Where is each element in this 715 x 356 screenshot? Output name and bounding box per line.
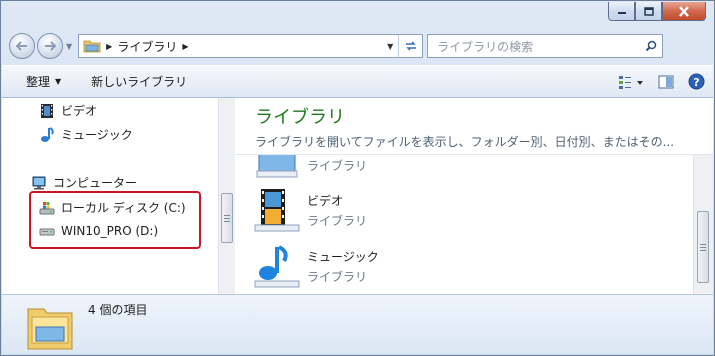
organize-label: 整理: [26, 75, 51, 89]
svg-text:?: ?: [693, 76, 699, 89]
nav-item-computer[interactable]: コンピューター: [31, 174, 137, 191]
maximize-button[interactable]: [635, 2, 662, 21]
scrollbar-grip-icon: [700, 243, 706, 251]
navigation-scrollbar[interactable]: [218, 98, 235, 294]
explorer-window: ▼ ▶ ライブラリ ▶ ▼ ライブラリの検索 整理 ▼ 新しいライブラリ ? ビ…: [0, 0, 715, 356]
help-icon[interactable]: ?: [688, 73, 705, 90]
computer-icon: [31, 175, 47, 191]
preview-pane-icon[interactable]: [658, 75, 674, 89]
breadcrumb-separator-icon[interactable]: ▶: [106, 42, 112, 51]
content-pane: ライブラリ ライブラリを開いてファイルを表示し、フォルダー別、日付別、またはその…: [235, 98, 713, 294]
library-item-text: ビデオ ライブラリ: [307, 192, 367, 229]
minimize-icon: [617, 12, 626, 14]
library-item-name: ミュージック: [307, 249, 379, 264]
close-button[interactable]: [662, 2, 706, 21]
library-item-type: ライブラリ: [307, 213, 368, 228]
details-pane: 4 個の項目: [2, 294, 713, 354]
library-folder-icon: [83, 40, 101, 53]
music-icon: [39, 126, 55, 143]
back-arrow-icon: [16, 41, 27, 51]
library-item-video[interactable]: ビデオ ライブラリ: [253, 187, 367, 233]
library-icon: [256, 155, 298, 178]
chevron-down-icon: ▼: [55, 77, 62, 86]
nav-item-label: ミュージック: [61, 128, 133, 142]
library-item-name: ビデオ: [307, 193, 344, 208]
caption-buttons: [608, 2, 706, 21]
library-item-music[interactable]: ミュージック ライブラリ: [253, 243, 379, 289]
breadcrumb-libraries[interactable]: ライブラリ: [117, 38, 177, 55]
library-folder-large-icon: [27, 308, 73, 350]
page-title: ライブラリ: [255, 107, 345, 128]
address-dropdown-icon[interactable]: ▼: [382, 42, 398, 51]
close-icon: [679, 5, 689, 17]
refresh-icon: [405, 41, 416, 51]
address-bar[interactable]: ▶ ライブラリ ▶ ▼: [78, 34, 424, 58]
nav-item-video[interactable]: ビデオ: [39, 102, 97, 119]
search-box[interactable]: ライブラリの検索: [427, 34, 664, 58]
library-header: ライブラリ ライブラリを開いてファイルを表示し、フォルダー別、日付別、またはその…: [255, 103, 674, 150]
library-list: ライブラリ ビデオ ライブラリ ミュージック ライブラリ: [235, 155, 691, 294]
back-button[interactable]: [9, 33, 35, 59]
command-bar: 整理 ▼ 新しいライブラリ ?: [2, 65, 713, 98]
library-item-text: ライブラリ: [307, 155, 367, 174]
scrollbar-thumb[interactable]: [697, 211, 709, 283]
organize-button[interactable]: 整理 ▼: [26, 73, 61, 90]
minimize-button[interactable]: [608, 2, 635, 21]
breadcrumb-chevron-icon[interactable]: ▶: [182, 42, 188, 51]
video-icon: [39, 103, 55, 119]
scrollbar-grip-icon: [224, 214, 230, 222]
new-library-button[interactable]: 新しいライブラリ: [91, 73, 187, 90]
drive-highlight-frame: [29, 191, 201, 249]
new-library-label: 新しいライブラリ: [91, 75, 188, 89]
library-item-text: ミュージック ライブラリ: [307, 248, 379, 285]
music-library-icon: [254, 245, 300, 288]
forward-arrow-icon: [45, 41, 56, 51]
navigation-bar: ▼ ▶ ライブラリ ▶ ▼ ライブラリの検索: [9, 31, 706, 61]
view-options-icon[interactable]: [618, 75, 644, 89]
scrollbar-thumb[interactable]: [221, 193, 233, 243]
maximize-icon: [643, 6, 654, 16]
history-buttons: ▼: [9, 33, 72, 59]
library-item-type: ライブラリ: [307, 159, 368, 173]
search-placeholder: ライブラリの検索: [437, 39, 534, 54]
page-description: ライブラリを開いてファイルを表示し、フォルダー別、日付別、またはその...: [255, 135, 675, 149]
item-count: 4 個の項目: [88, 303, 148, 317]
recent-pages-dropdown[interactable]: ▼: [66, 42, 72, 51]
library-item-type: ライブラリ: [307, 269, 368, 284]
forward-button[interactable]: [37, 33, 63, 59]
search-icon[interactable]: [645, 40, 657, 52]
refresh-button[interactable]: [398, 35, 422, 57]
content-scrollbar[interactable]: [693, 155, 713, 294]
library-item-partial[interactable]: ライブラリ: [253, 155, 367, 187]
view-controls: ?: [604, 73, 713, 90]
video-library-icon: [254, 189, 300, 232]
nav-item-music[interactable]: ミュージック: [39, 126, 133, 143]
nav-item-label: ビデオ: [61, 104, 98, 118]
nav-item-label: コンピューター: [53, 176, 138, 190]
